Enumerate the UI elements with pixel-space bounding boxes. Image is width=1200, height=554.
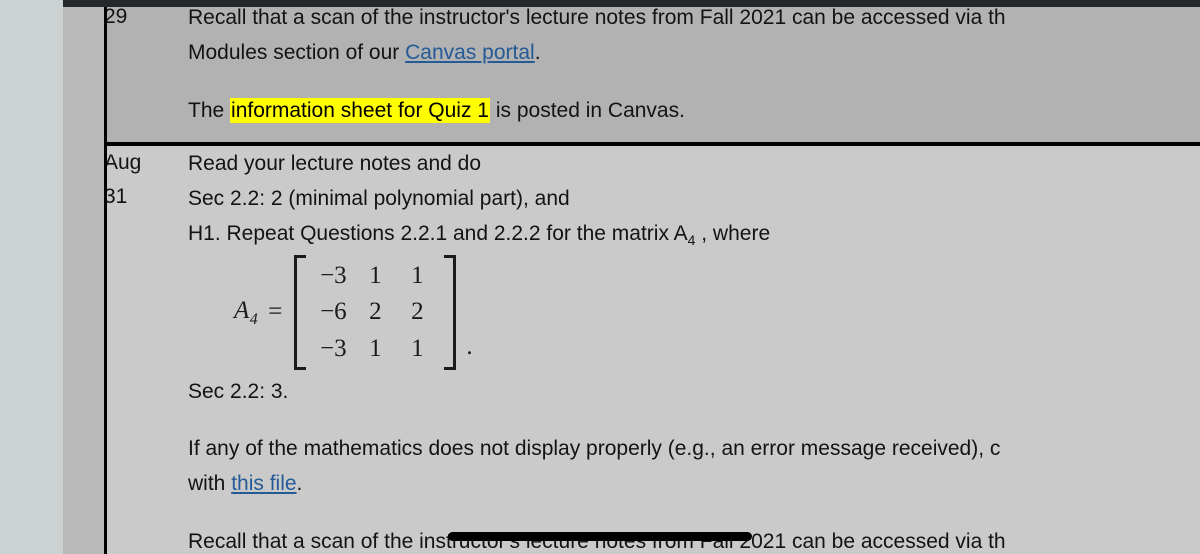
window-top-bar bbox=[63, 0, 1200, 7]
matrix-bracket-group: −3 1 1 −6 2 2 −3 1 1 bbox=[294, 255, 457, 370]
recall-line-2: Modules section of our Canvas portal. bbox=[188, 35, 1200, 70]
recall-line-2-text: Modules section of our bbox=[188, 41, 406, 65]
matrix-cell: −3 bbox=[320, 262, 347, 290]
row-date-cell: 29 bbox=[104, 0, 188, 144]
assignment-line-5: If any of the mathematics does not displ… bbox=[188, 437, 1001, 461]
screenshot-root: 29 Recall that a scan of the instructor'… bbox=[0, 0, 1200, 554]
quiz-notice-suffix: is posted in Canvas. bbox=[490, 98, 685, 122]
assignment-line-3: H1. Repeat Questions 2.2.1 and 2.2.2 for… bbox=[188, 216, 1200, 253]
assignment-line-6: with this file. bbox=[188, 466, 1200, 501]
row-date-month: Aug bbox=[104, 150, 142, 174]
row-date-cell: Aug 31 bbox=[104, 144, 188, 554]
assignment-line-3-b: , where bbox=[695, 222, 771, 246]
quiz-info-sheet-highlight[interactable]: information sheet for Quiz 1 bbox=[230, 97, 490, 123]
matrix-cell: −6 bbox=[320, 298, 347, 326]
assignment-line-1: Read your lecture notes and do bbox=[188, 151, 482, 175]
canvas-portal-period: . bbox=[534, 41, 541, 65]
document-viewport[interactable]: 29 Recall that a scan of the instructor'… bbox=[104, 0, 1200, 554]
quiz-notice-prefix: The bbox=[188, 98, 231, 122]
matrix-cell: 2 bbox=[369, 298, 382, 326]
row-content-cell: Read your lecture notes and do Sec 2.2: … bbox=[188, 144, 1200, 554]
matrix-cell: 2 bbox=[411, 298, 424, 326]
matrix-trailing-period: . bbox=[466, 332, 473, 360]
matrix-grid: −3 1 1 −6 2 2 −3 1 1 bbox=[306, 255, 444, 370]
this-file-link[interactable]: this file bbox=[231, 472, 296, 495]
matrix-cell: 1 bbox=[369, 334, 382, 362]
black-progress-bar[interactable] bbox=[448, 532, 752, 541]
schedule-table: 29 Recall that a scan of the instructor'… bbox=[104, 0, 1200, 554]
matrix-label: A4 bbox=[234, 297, 259, 329]
matrix-right-bracket bbox=[444, 255, 457, 370]
matrix-left-bracket bbox=[294, 255, 307, 370]
page-margin-left-inner bbox=[63, 0, 104, 554]
equals-sign: = bbox=[268, 298, 283, 326]
assignment-line-4: Sec 2.2: 3. bbox=[188, 379, 289, 403]
page-margin-left-outer bbox=[0, 0, 63, 554]
row-date-day: 31 bbox=[104, 184, 128, 208]
canvas-portal-link[interactable]: Canvas portal bbox=[405, 41, 535, 64]
table-left-border bbox=[104, 0, 107, 554]
quiz-notice-line: The information sheet for Quiz 1 is post… bbox=[188, 93, 1200, 128]
table-row[interactable]: 29 Recall that a scan of the instructor'… bbox=[104, 0, 1200, 144]
row-content-cell: Recall that a scan of the instructor's l… bbox=[188, 0, 1200, 144]
matrix-cell: 1 bbox=[369, 262, 382, 290]
table-row[interactable]: Aug 31 Read your lecture notes and do Se… bbox=[104, 143, 1200, 554]
matrix-cell: 1 bbox=[411, 262, 424, 290]
matrix-equation: A4 = −3 1 1 −6 2 2 −3 1 1 . bbox=[234, 255, 1200, 370]
assignment-line-3-a: H1. Repeat Questions 2.2.1 and 2.2.2 for… bbox=[188, 222, 688, 246]
matrix-cell: 1 bbox=[411, 334, 424, 362]
matrix-cell: −3 bbox=[320, 334, 347, 362]
assignment-line-2: Sec 2.2: 2 (minimal polynomial part), an… bbox=[188, 187, 570, 211]
assignment-line-6-prefix: with bbox=[188, 472, 232, 496]
assignment-line-6-period: . bbox=[296, 472, 303, 496]
